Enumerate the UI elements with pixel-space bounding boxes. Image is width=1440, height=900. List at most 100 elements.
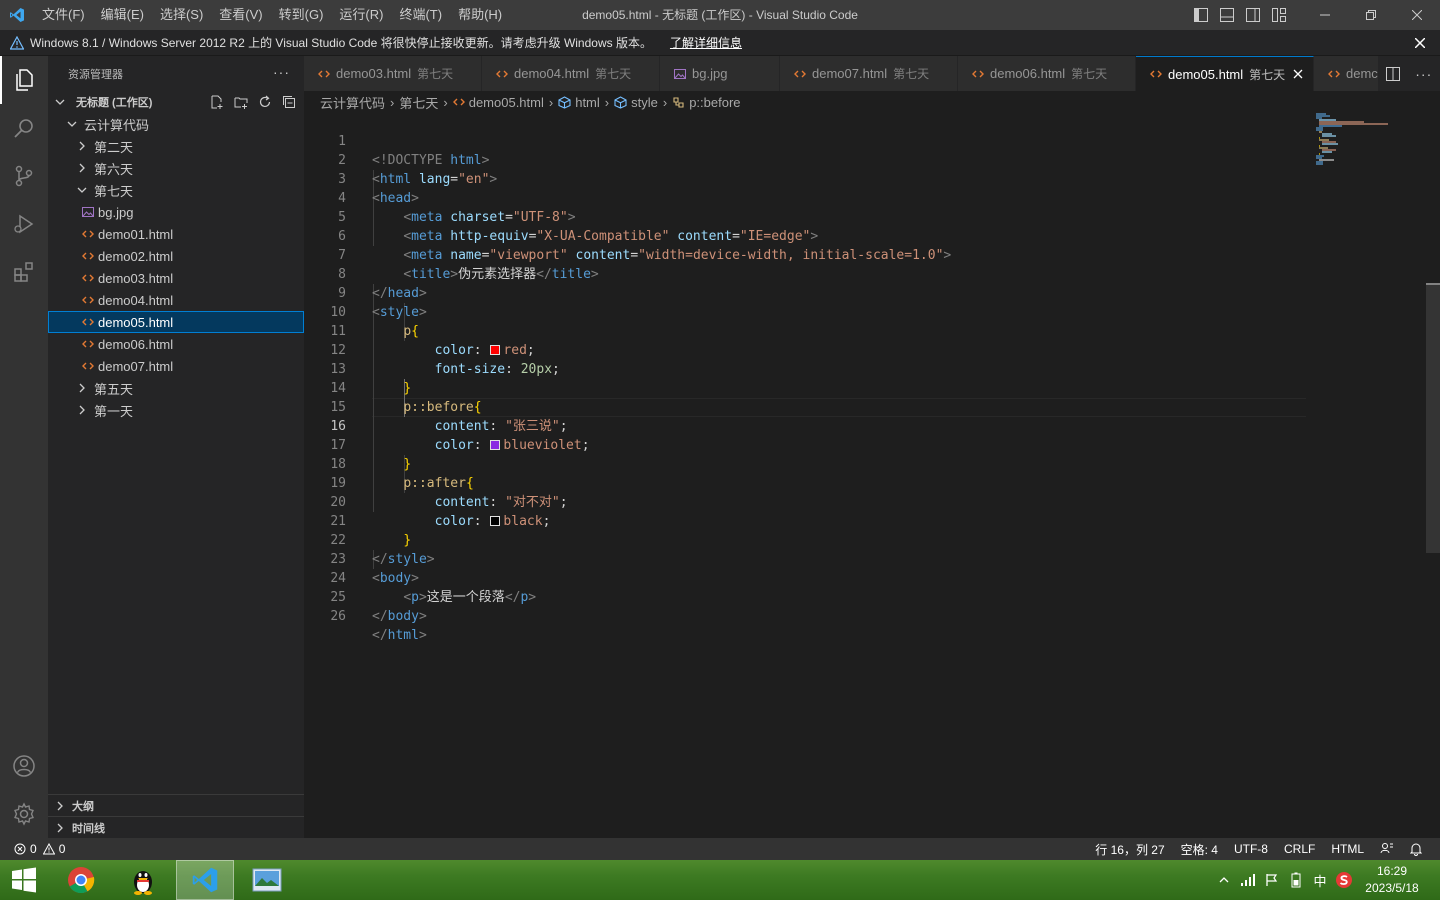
chevron-right-icon (74, 138, 90, 154)
encoding[interactable]: UTF-8 (1226, 842, 1276, 856)
tab-demo03[interactable]: demo03.html 第七天 (304, 56, 482, 91)
outline-panel-header[interactable]: 大纲 (48, 794, 304, 816)
cursor-position[interactable]: 行 16，列 27 (1087, 841, 1172, 858)
minimap[interactable] (1316, 113, 1426, 173)
sogou-input-icon[interactable] (1332, 860, 1356, 900)
tab-demo07[interactable]: demo07.html 第七天 (780, 56, 958, 91)
menu-terminal[interactable]: 终端(T) (391, 0, 450, 30)
tree-folder-day7[interactable]: 第七天 (48, 179, 304, 201)
split-editor-icon[interactable] (1385, 66, 1400, 81)
close-window-icon[interactable] (1394, 0, 1440, 30)
customize-layout-icon[interactable] (1266, 0, 1292, 30)
code-line: 2 <html lang="en"> (304, 132, 1304, 187)
tree-file-demo06[interactable]: demo06.html (48, 333, 304, 355)
html-file-icon (80, 358, 96, 374)
problems-indicator[interactable]: 0 0 (0, 842, 65, 856)
tree-file-demo05[interactable]: demo05.html (48, 311, 304, 333)
close-banner-icon[interactable] (1412, 35, 1428, 51)
action-center-flag-icon[interactable] (1260, 860, 1284, 900)
tree-item-label: demo03.html (98, 270, 174, 286)
more-actions-icon[interactable]: ··· (1415, 66, 1432, 82)
search-icon[interactable] (0, 104, 48, 152)
run-debug-icon[interactable] (0, 200, 48, 248)
menu-go[interactable]: 转到(G) (271, 0, 332, 30)
end-of-line[interactable]: CRLF (1276, 842, 1323, 856)
tree-file-demo01[interactable]: demo01.html (48, 223, 304, 245)
outline-label: 大纲 (72, 800, 94, 813)
new-file-icon[interactable] (208, 93, 226, 111)
tab-demo06[interactable]: demo06.html 第七天 (958, 56, 1136, 91)
tree-item-label: 第七天 (94, 183, 134, 199)
notifications-bell-icon[interactable] (1402, 842, 1430, 856)
accounts-icon[interactable] (0, 742, 48, 790)
tree-item-label: 云计算代码 (84, 117, 150, 133)
toggle-secondary-sidebar-icon[interactable] (1240, 0, 1266, 30)
more-actions-icon[interactable]: ··· (273, 64, 290, 80)
minimize-icon[interactable] (1302, 0, 1348, 30)
code-line: 8 </head> (304, 246, 1304, 301)
system-clock[interactable]: 16:29 2023/5/18 (1356, 863, 1428, 897)
tree-file-demo02[interactable]: demo02.html (48, 245, 304, 267)
menu-help[interactable]: 帮助(H) (450, 0, 510, 30)
code-editor[interactable]: 1 <!DOCTYPE html> 2 <html lang="en"> 3 <… (304, 113, 1440, 838)
show-hidden-icons-icon[interactable] (1212, 860, 1236, 900)
menu-run[interactable]: 运行(R) (331, 0, 391, 30)
refresh-icon[interactable] (256, 93, 274, 111)
input-method-indicator[interactable]: 中 (1308, 860, 1332, 900)
windows-start-icon[interactable] (0, 860, 48, 900)
breadcrumb-item[interactable]: p::before (689, 95, 740, 110)
workspace-header[interactable]: 无标题 (工作区) (48, 91, 304, 113)
timeline-label: 时间线 (72, 822, 105, 835)
language-mode[interactable]: HTML (1323, 842, 1372, 856)
tree-folder-day2[interactable]: 第二天 (48, 135, 304, 157)
indentation[interactable]: 空格: 4 (1173, 841, 1226, 858)
feedback-icon[interactable] (1372, 842, 1402, 856)
battery-icon[interactable] (1284, 860, 1308, 900)
restore-icon[interactable] (1348, 0, 1394, 30)
source-control-icon[interactable] (0, 152, 48, 200)
extensions-icon[interactable] (0, 248, 48, 296)
chrome-icon[interactable] (52, 860, 110, 900)
menu-edit[interactable]: 编辑(E) (93, 0, 152, 30)
network-signal-icon[interactable] (1236, 860, 1260, 900)
new-folder-icon[interactable] (232, 93, 250, 111)
tree-folder-day1[interactable]: 第一天 (48, 399, 304, 421)
vertical-scrollbar[interactable] (1426, 283, 1440, 553)
tab-bg-jpg[interactable]: bg.jpg (660, 56, 780, 91)
explorer-icon[interactable] (0, 56, 48, 104)
toggle-primary-sidebar-icon[interactable] (1188, 0, 1214, 30)
manage-gear-icon[interactable] (0, 790, 48, 838)
menu-view[interactable]: 查看(V) (211, 0, 270, 30)
collapse-all-icon[interactable] (280, 93, 298, 111)
toggle-panel-icon[interactable] (1214, 0, 1240, 30)
tab-description: 第七天 (595, 67, 632, 81)
tree-file-demo04[interactable]: demo04.html (48, 289, 304, 311)
tree-folder-day5[interactable]: 第五天 (48, 377, 304, 399)
breadcrumb-item[interactable]: demo05.html (469, 95, 544, 110)
tree-file-demo07[interactable]: demo07.html (48, 355, 304, 377)
tree-file-bg-jpg[interactable]: bg.jpg (48, 201, 304, 223)
tab-demo04[interactable]: demo04.html 第七天 (482, 56, 660, 91)
breadcrumb-item[interactable]: 第七天 (399, 93, 438, 112)
breadcrumb-item[interactable]: html (575, 95, 600, 110)
breadcrumb-item[interactable]: 云计算代码 (320, 93, 385, 112)
timeline-panel-header[interactable]: 时间线 (48, 816, 304, 838)
qq-icon[interactable] (114, 860, 172, 900)
menu-selection[interactable]: 选择(S) (152, 0, 211, 30)
close-tab-icon[interactable] (1293, 67, 1303, 81)
code-line: 15 content: "张三说"; (304, 379, 1304, 434)
tree-item-label: 第六天 (94, 161, 134, 177)
tree-folder-cloud-code[interactable]: 云计算代码 (48, 113, 304, 135)
tree-item-label: demo06.html (98, 336, 174, 352)
tree-folder-day6[interactable]: 第六天 (48, 157, 304, 179)
tree-item-label: 第二天 (94, 139, 134, 155)
image-viewer-icon[interactable] (238, 860, 296, 900)
chevron-down-icon (74, 182, 90, 198)
menu-file[interactable]: 文件(F) (34, 0, 93, 30)
tab-demo05-active[interactable]: demo05.html 第七天 (1136, 56, 1314, 91)
banner-learn-more-link[interactable]: 了解详细信息 (670, 34, 742, 51)
vscode-icon[interactable] (176, 860, 234, 900)
code-line: 6 <meta name="viewport" content="width=d… (304, 208, 1304, 263)
breadcrumb-item[interactable]: style (631, 95, 658, 110)
tree-file-demo03[interactable]: demo03.html (48, 267, 304, 289)
